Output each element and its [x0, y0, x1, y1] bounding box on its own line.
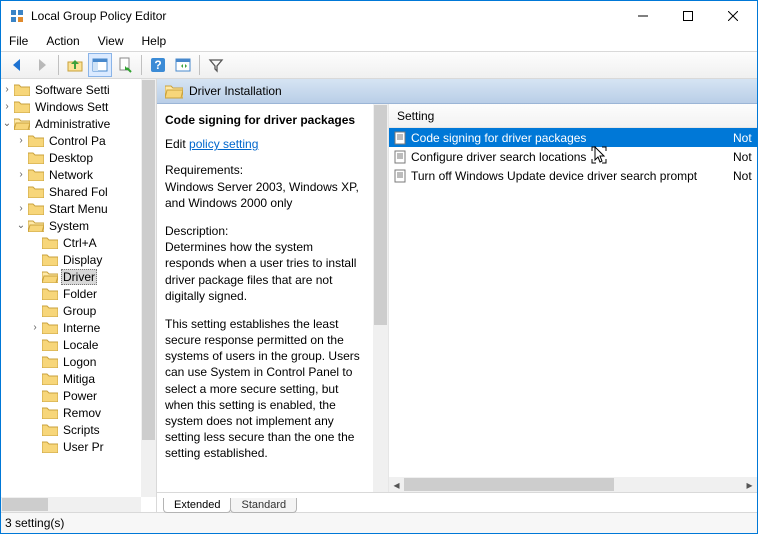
svg-text:?: ? — [154, 58, 161, 72]
list-item-label: Turn off Windows Update device driver se… — [411, 169, 729, 183]
tree-item[interactable]: Display — [61, 253, 104, 267]
status-text: 3 setting(s) — [5, 516, 64, 530]
tree-item[interactable]: Ctrl+A — [61, 236, 99, 250]
req-text: Windows Server 2003, Windows XP, and Win… — [165, 179, 365, 211]
forward-button[interactable] — [30, 53, 54, 77]
tab-standard[interactable]: Standard — [230, 498, 297, 513]
view-tabs: Extended Standard — [157, 492, 757, 512]
list-item-state: Not — [733, 150, 757, 164]
detail-vertical-scrollbar[interactable] — [373, 104, 388, 492]
content-title: Driver Installation — [189, 84, 282, 98]
options-button[interactable] — [171, 53, 195, 77]
list-item-label: Configure driver search locations — [411, 150, 729, 164]
tree-item[interactable]: Start Menu — [47, 202, 110, 216]
close-button[interactable] — [710, 1, 755, 31]
detail-pane: Code signing for driver packages Edit po… — [157, 104, 373, 492]
tree-pane: Software Setti Windows Sett Administrati… — [1, 79, 157, 512]
menu-view[interactable]: View — [96, 33, 126, 49]
menu-file[interactable]: File — [7, 33, 30, 49]
policy-icon — [393, 150, 407, 164]
app-window: Local Group Policy Editor File Action Vi… — [0, 0, 758, 534]
tree-item[interactable]: Desktop — [47, 151, 95, 165]
tab-extended[interactable]: Extended — [163, 498, 231, 513]
list-row[interactable]: Configure driver search locations Not — [389, 147, 757, 166]
export-list-button[interactable] — [113, 53, 137, 77]
folder-open-icon — [14, 117, 30, 130]
tree-item[interactable]: Logon — [61, 355, 98, 369]
tree-item[interactable]: User Pr — [61, 440, 106, 454]
tree-item[interactable]: Shared Fol — [47, 185, 110, 199]
list-item-state: Not — [733, 131, 757, 145]
tree-item[interactable]: Administrative — [33, 117, 112, 131]
back-button[interactable] — [5, 53, 29, 77]
list-row-selected[interactable]: Code signing for driver packages Not — [389, 128, 757, 147]
tree-horizontal-scrollbar[interactable] — [1, 497, 141, 512]
tree-item[interactable]: System — [47, 219, 91, 233]
list-item-state: Not — [733, 169, 757, 183]
policy-icon — [393, 131, 407, 145]
tree-item[interactable]: Remov — [61, 406, 103, 420]
tree-item[interactable]: Interne — [61, 321, 102, 335]
maximize-button[interactable] — [665, 1, 710, 31]
content-header: Driver Installation — [157, 79, 757, 104]
expand-icon[interactable] — [1, 101, 13, 112]
tree-item[interactable]: Group — [61, 304, 98, 318]
column-header-setting[interactable]: Setting — [389, 104, 757, 128]
edit-prefix: Edit — [165, 137, 189, 151]
menu-help[interactable]: Help — [140, 33, 169, 49]
folder-icon — [14, 100, 30, 113]
edit-policy-link[interactable]: policy setting — [189, 137, 258, 151]
tree-vertical-scrollbar[interactable] — [141, 79, 156, 497]
tree-item[interactable]: Power — [61, 389, 99, 403]
tree-item[interactable]: Control Pa — [47, 134, 108, 148]
help-button[interactable]: ? — [146, 53, 170, 77]
window-title: Local Group Policy Editor — [31, 9, 620, 23]
up-level-button[interactable] — [63, 53, 87, 77]
desc-label: Description: — [165, 223, 365, 239]
tree-item[interactable]: Windows Sett — [33, 100, 110, 114]
app-icon — [9, 8, 25, 24]
desc-text-2: This setting establishes the least secur… — [165, 316, 365, 462]
minimize-button[interactable] — [620, 1, 665, 31]
tree-item[interactable]: Driver — [61, 269, 97, 285]
filter-button[interactable] — [204, 53, 228, 77]
list-horizontal-scrollbar[interactable]: ◂▸ — [389, 477, 757, 492]
tree-item[interactable]: Locale — [61, 338, 100, 352]
expand-icon[interactable] — [1, 84, 13, 95]
setting-heading: Code signing for driver packages — [165, 112, 365, 128]
collapse-icon[interactable] — [1, 118, 13, 129]
list-row[interactable]: Turn off Windows Update device driver se… — [389, 166, 757, 185]
list-item-label: Code signing for driver packages — [411, 131, 729, 145]
tree-item[interactable]: Software Setti — [33, 83, 112, 97]
tree-item-selected: Driver — [29, 268, 141, 285]
menu-action[interactable]: Action — [44, 33, 81, 49]
settings-list: Setting Code signing for driver packages… — [388, 104, 757, 492]
show-hide-tree-button[interactable] — [88, 53, 112, 77]
tree-item[interactable]: Folder — [61, 287, 99, 301]
folder-icon — [14, 83, 30, 96]
toolbar: ? — [1, 51, 757, 79]
titlebar[interactable]: Local Group Policy Editor — [1, 1, 757, 31]
folder-open-icon — [165, 84, 183, 99]
tree-item[interactable]: Scripts — [61, 423, 102, 437]
statusbar: 3 setting(s) — [1, 512, 757, 533]
menubar: File Action View Help — [1, 31, 757, 51]
policy-icon — [393, 169, 407, 183]
tree-item[interactable]: Mitiga — [61, 372, 97, 386]
tree-item[interactable]: Network — [47, 168, 95, 182]
req-label: Requirements: — [165, 162, 365, 178]
nav-tree[interactable]: Software Setti Windows Sett Administrati… — [1, 79, 141, 455]
desc-text-1: Determines how the system responds when … — [165, 239, 365, 304]
